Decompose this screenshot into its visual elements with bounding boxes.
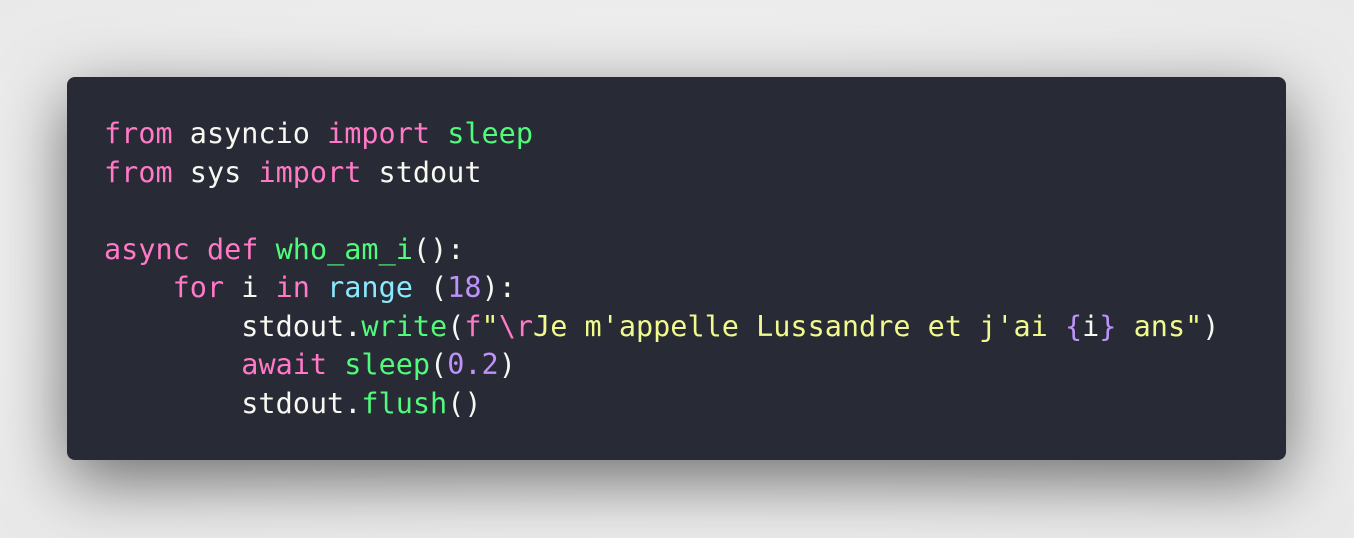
code-token-num: 0.2: [447, 348, 499, 381]
code-token-kw: import: [258, 155, 362, 189]
code-line: from asyncio import sleep: [104, 115, 1219, 154]
code-token-fn: sleep: [344, 348, 431, 381]
code-token-str: ans": [1116, 309, 1203, 343]
code-line: stdout.write(f"\rJe m'appelle Lussandre …: [104, 308, 1219, 347]
code-token-txt: (): [447, 386, 482, 420]
code-block: from asyncio import sleep from sys import…: [104, 115, 1219, 423]
code-token-str: Je m'appelle Lussandre et j'ai: [533, 309, 1065, 343]
code-token-kw: await: [241, 348, 328, 381]
code-token-fn: write: [361, 309, 448, 343]
code-token-txt: ): [498, 348, 516, 381]
code-token-fn: sleep: [447, 117, 533, 150]
code-token-txt: ():: [412, 232, 465, 266]
code-token-txt: asyncio: [172, 117, 328, 150]
code-token-txt: stdout.: [104, 386, 362, 420]
code-token-num: 18: [447, 271, 482, 304]
code-token-txt: i: [1082, 309, 1100, 343]
code-token-txt: (: [412, 271, 448, 304]
code-token-str: ": [481, 309, 499, 343]
code-token-txt: sys: [172, 155, 259, 189]
code-token-txt: i: [224, 271, 276, 304]
code-token-txt: (: [430, 348, 448, 381]
code-token-kw: from: [104, 155, 173, 189]
code-token-txt: (: [447, 309, 465, 343]
code-line: stdout.flush(): [104, 385, 1219, 424]
code-token-kw: import: [327, 117, 431, 150]
code-token-txt: ):: [481, 271, 516, 304]
code-token-kw: \r: [498, 309, 534, 343]
code-token-fn: who_am_i: [275, 232, 413, 266]
code-line: for i in range (18):: [104, 269, 1219, 308]
code-token-txt: stdout.: [104, 309, 362, 343]
code-token-num: }: [1099, 309, 1117, 343]
code-token-kw: from: [104, 117, 173, 150]
code-token-txt: ): [1202, 309, 1220, 343]
code-token-kw: for: [172, 271, 225, 304]
code-token-kw: async: [104, 232, 190, 266]
code-token-kw: def: [206, 232, 259, 266]
code-line: await sleep(0.2): [104, 346, 1219, 385]
code-token-fn: flush: [361, 386, 448, 420]
code-token-num: {: [1064, 309, 1083, 343]
code-line: async def who_am_i():: [104, 231, 1219, 270]
code-token-txt: stdout: [361, 155, 482, 189]
code-token-kw: f: [464, 309, 482, 343]
code-token-kw: in: [275, 271, 310, 304]
code-line: from sys import stdout: [104, 154, 1219, 193]
code-token-bi: range: [327, 271, 413, 304]
